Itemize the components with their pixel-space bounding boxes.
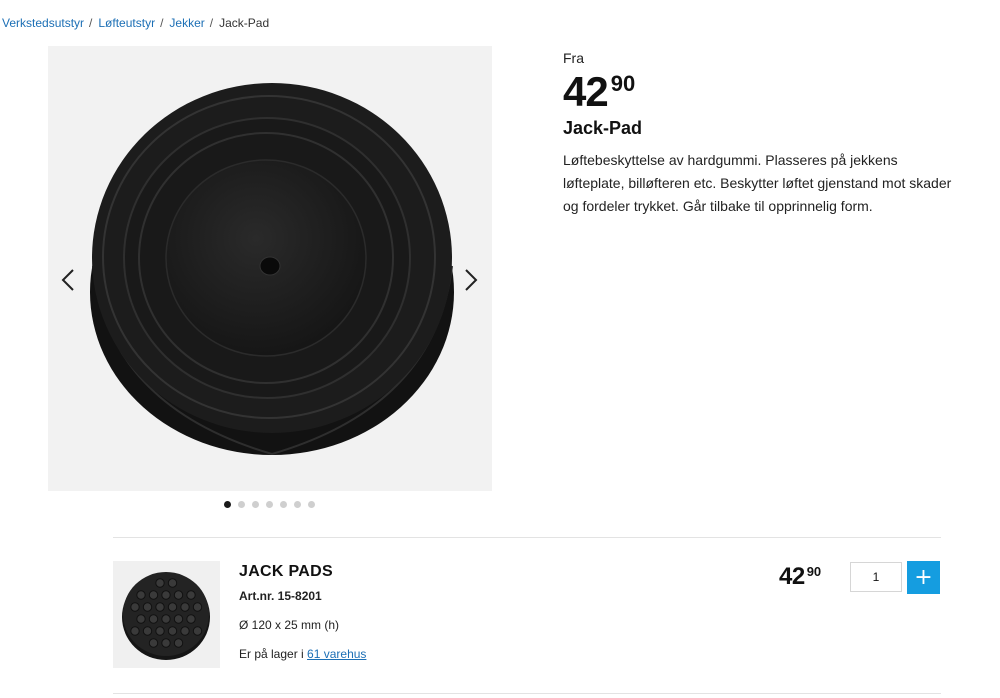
chevron-left-icon	[61, 269, 74, 291]
stud-shape	[186, 590, 196, 600]
stud-shape	[142, 626, 153, 636]
divider	[113, 537, 941, 538]
quantity-input[interactable]	[850, 562, 902, 592]
price-ore: 90	[610, 71, 636, 96]
variant-article-number: Art.nr. 15-8201	[239, 589, 322, 603]
stock-prefix: Er på lager i	[239, 647, 304, 661]
stud-shape	[173, 590, 184, 600]
stud-shape	[186, 614, 196, 624]
divider	[113, 693, 941, 694]
variant-price-ore: 90	[806, 564, 822, 579]
stud-shape	[155, 626, 165, 636]
stud-shape	[167, 578, 178, 588]
breadcrumb-separator: /	[89, 16, 93, 30]
variant-thumbnail[interactable]	[113, 561, 220, 668]
stock-stores-link[interactable]: 61 varehus	[307, 647, 366, 661]
breadcrumb-separator: /	[160, 16, 164, 30]
variant-image	[122, 572, 210, 660]
price-kroner: 42	[563, 68, 609, 115]
stud-shape	[142, 602, 153, 612]
stud-shape	[148, 590, 159, 600]
stud-shape	[173, 638, 184, 648]
stud-shape	[161, 590, 171, 600]
gallery-dots	[224, 501, 315, 508]
stud-shape	[161, 614, 171, 624]
gallery-dot[interactable]	[224, 501, 231, 508]
breadcrumb-link-verkstedsutstyr[interactable]: Verkstedsutstyr	[2, 16, 84, 30]
gallery-dot[interactable]	[238, 501, 245, 508]
stud-shape	[180, 602, 190, 612]
gallery-dot[interactable]	[266, 501, 273, 508]
stud-shape	[136, 614, 146, 624]
stud-shape	[136, 590, 146, 600]
product-description: Løftebeskyttelse av hardgummi. Plasseres…	[563, 152, 952, 214]
product-info: Fra 42 90 Jack-Pad Løftebeskyttelse av h…	[563, 50, 963, 218]
product-title: Jack-Pad	[563, 118, 643, 138]
stud-shape	[148, 614, 159, 624]
variant-price-kroner: 42	[779, 563, 805, 590]
gallery-prev-button[interactable]	[57, 264, 79, 296]
variant-name: JACK PADS	[239, 563, 333, 580]
stud-shape	[130, 602, 140, 612]
stud-shape	[192, 602, 203, 612]
stud-shape	[173, 614, 184, 624]
breadcrumb-link-jekker[interactable]: Jekker	[169, 16, 204, 30]
stud-shape	[161, 638, 171, 648]
product-image	[90, 83, 454, 456]
gallery-dot[interactable]	[308, 501, 315, 508]
variant-details: JACK PADS Art.nr. 15-8201 Ø 120 x 25 mm …	[239, 563, 366, 661]
variant-size: Ø 120 x 25 mm (h)	[239, 618, 340, 632]
stud-shape	[130, 626, 140, 636]
stud-shape	[167, 626, 178, 636]
variant-price: 42 90	[779, 565, 821, 589]
stud-shape	[155, 602, 165, 612]
price-from-label: Fra	[563, 50, 584, 66]
stud-shape	[155, 578, 165, 588]
stud-shape	[192, 626, 203, 636]
stud-shape	[167, 602, 178, 612]
stud-shape	[148, 638, 159, 648]
stud-shape	[180, 626, 190, 636]
breadcrumb: Verkstedsutstyr / Løfteutstyr / Jekker /…	[2, 16, 269, 30]
gallery-next-button[interactable]	[460, 264, 482, 296]
add-to-cart-button[interactable]: +	[907, 561, 940, 594]
gallery-dot[interactable]	[280, 501, 287, 508]
breadcrumb-current: Jack-Pad	[219, 16, 270, 30]
breadcrumb-link-lofteutstyr[interactable]: Løfteutstyr	[98, 16, 155, 30]
gallery-dot[interactable]	[294, 501, 301, 508]
gallery-dot[interactable]	[252, 501, 259, 508]
product-image-gallery[interactable]	[48, 46, 492, 491]
chevron-right-icon	[465, 269, 478, 291]
breadcrumb-separator: /	[209, 16, 214, 30]
product-price: 42 90	[563, 68, 963, 115]
variant-stock: Er på lager i 61 varehus	[239, 647, 366, 661]
